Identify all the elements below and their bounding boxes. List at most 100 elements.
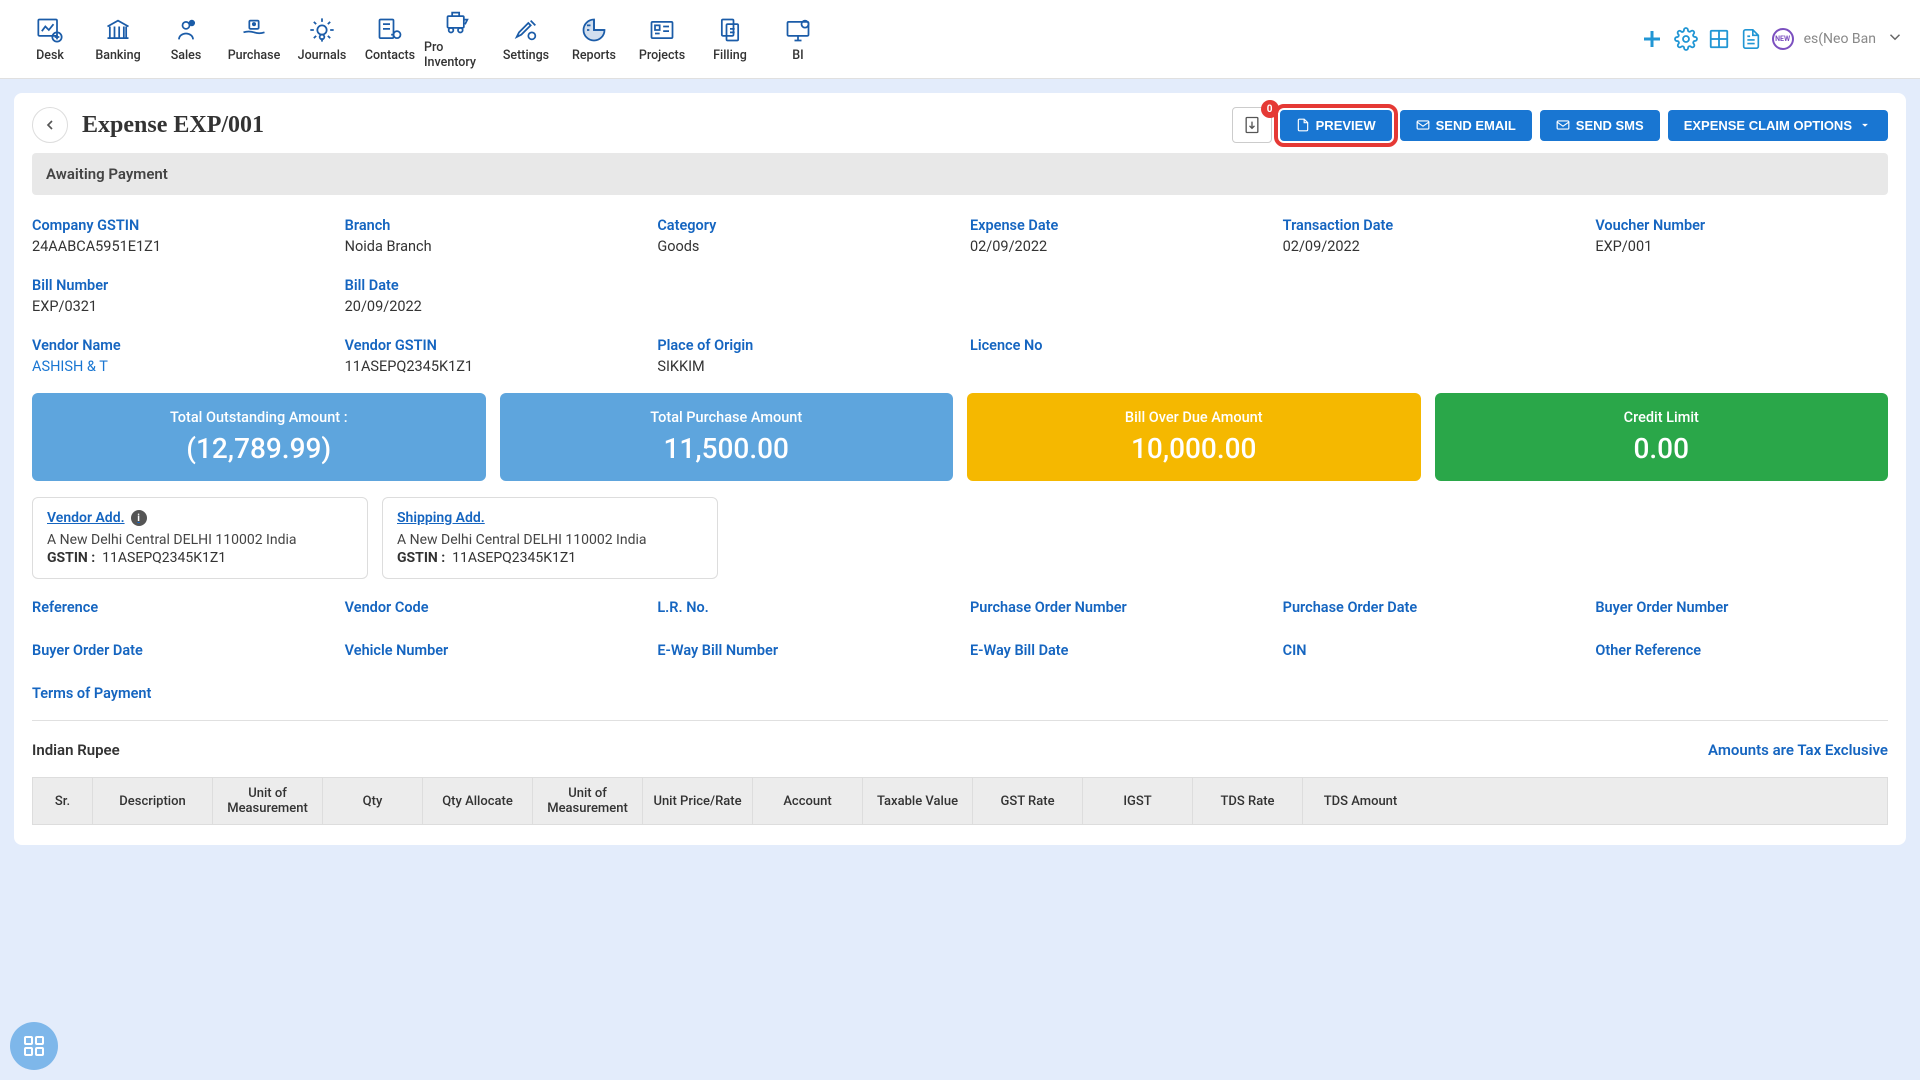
status-bar: Awaiting Payment: [32, 153, 1888, 195]
address-text: A New Delhi Central DELHI 110002 India: [397, 532, 703, 548]
summary-box: Bill Over Due Amount10,000.00: [967, 393, 1421, 481]
expense-claim-options-button[interactable]: EXPENSE CLAIM OPTIONS: [1668, 110, 1888, 141]
detail-label: Place of Origin: [657, 337, 950, 354]
preview-button[interactable]: PREVIEW: [1280, 110, 1392, 141]
address-row: Vendor Add. i A New Delhi Central DELHI 1…: [14, 497, 1906, 599]
detail-item: CategoryGoods: [657, 217, 950, 255]
nav-reports[interactable]: Reports: [560, 8, 628, 70]
detail-item: Voucher NumberEXP/001: [1595, 217, 1888, 255]
detail-item: [1595, 337, 1888, 375]
detail-label: Vendor GSTIN: [345, 337, 638, 354]
nav-icon: [36, 16, 64, 44]
nav-sales[interactable]: Sales: [152, 8, 220, 70]
detail-item: Expense Date02/09/2022: [970, 217, 1263, 255]
info-icon[interactable]: i: [131, 510, 147, 526]
nav-projects[interactable]: Projects: [628, 8, 696, 70]
send-email-button[interactable]: SEND EMAIL: [1400, 110, 1532, 141]
table-header-cell: TDS Rate: [1193, 778, 1303, 824]
nav-label: Banking: [95, 48, 140, 63]
meta-item: Terms of Payment: [32, 685, 325, 706]
meta-item: Buyer Order Date: [32, 642, 325, 663]
detail-label: Licence No: [970, 337, 1263, 354]
detail-value[interactable]: ASHISH & T: [32, 358, 325, 375]
send-sms-button[interactable]: SEND SMS: [1540, 110, 1660, 141]
claim-options-label: EXPENSE CLAIM OPTIONS: [1684, 118, 1852, 133]
nav-journals[interactable]: Journals: [288, 8, 356, 70]
address-box: Vendor Add. i A New Delhi Central DELHI 1…: [32, 497, 368, 579]
address-box: Shipping Add. A New Delhi Central DELHI 1…: [382, 497, 718, 579]
apps-fab[interactable]: [10, 1022, 58, 1070]
caret-down-icon: [1858, 118, 1872, 132]
nav-bi[interactable]: BI: [764, 8, 832, 70]
detail-value: 02/09/2022: [1283, 238, 1576, 255]
page-title: Expense EXP/001: [82, 112, 264, 139]
summary-label: Credit Limit: [1445, 409, 1879, 426]
content: Expense EXP/001 0 PREVIEW SEND EMAIL SEN…: [0, 79, 1920, 859]
meta-label: Purchase Order Number: [970, 599, 1263, 616]
meta-label: CIN: [1283, 642, 1576, 659]
detail-label: Bill Date: [345, 277, 638, 294]
topbar: Desk Banking SalesPurchaseJournals Contacts…: [0, 0, 1920, 79]
detail-value: 02/09/2022: [970, 238, 1263, 255]
summary-value: 10,000.00: [977, 432, 1411, 465]
address-title[interactable]: Shipping Add.: [397, 510, 485, 526]
summary-value: (12,789.99): [42, 432, 476, 465]
nav-icon: [104, 16, 132, 44]
address-title[interactable]: Vendor Add. i: [47, 510, 147, 526]
attachment-button[interactable]: 0: [1232, 107, 1272, 143]
table-header-cell: IGST: [1083, 778, 1193, 824]
meta-label: E-Way Bill Date: [970, 642, 1263, 659]
detail-value: 24AABCA5951E1Z1: [32, 238, 325, 255]
details-grid: Company GSTIN24AABCA5951E1Z1BranchNoida …: [14, 195, 1906, 393]
table-header-cell: Unit Price/Rate: [643, 778, 753, 824]
chevron-down-icon[interactable]: [1886, 28, 1904, 50]
nav-label: Reports: [572, 48, 616, 63]
meta-grid: ReferenceVendor CodeL.R. No.Purchase Ord…: [14, 599, 1906, 720]
nav-banking[interactable]: Banking: [84, 8, 152, 70]
meta-label: Reference: [32, 599, 325, 616]
detail-value: 11ASEPQ2345K1Z1: [345, 358, 638, 375]
detail-item: [970, 277, 1263, 315]
nav-desk[interactable]: Desk: [16, 8, 84, 70]
address-gstin: GSTIN : 11ASEPQ2345K1Z1: [397, 550, 703, 566]
nav-icon: [580, 16, 608, 44]
calculator-icon[interactable]: [1708, 28, 1730, 50]
nav-purchase[interactable]: Purchase: [220, 8, 288, 70]
nav-pro-inventory[interactable]: Pro Inventory: [424, 8, 492, 70]
detail-label: Voucher Number: [1595, 217, 1888, 234]
new-badge-icon[interactable]: NEW: [1772, 28, 1794, 50]
meta-label: Buyer Order Number: [1595, 599, 1888, 616]
meta-item: Purchase Order Date: [1283, 599, 1576, 620]
meta-item: Reference: [32, 599, 325, 620]
meta-label: Vendor Code: [345, 599, 638, 616]
table-header-cell: Unit of Measurement: [533, 778, 643, 824]
nav-icon: [512, 16, 540, 44]
detail-item: [1595, 277, 1888, 315]
detail-label: Company GSTIN: [32, 217, 325, 234]
attachment-badge: 0: [1261, 100, 1279, 118]
address-text: A New Delhi Central DELHI 110002 India: [47, 532, 353, 548]
document-icon[interactable]: [1740, 28, 1762, 50]
detail-label: Bill Number: [32, 277, 325, 294]
plus-icon[interactable]: [1640, 27, 1664, 51]
nav-contacts[interactable]: Contacts: [356, 8, 424, 70]
summary-value: 11,500.00: [510, 432, 944, 465]
nav-settings[interactable]: Settings: [492, 8, 560, 70]
nav-label: Contacts: [365, 48, 415, 63]
detail-item: Bill Date20/09/2022: [345, 277, 638, 315]
summary-box: Credit Limit0.00: [1435, 393, 1889, 481]
back-button[interactable]: [32, 107, 68, 143]
top-nav: Desk Banking SalesPurchaseJournals Contacts…: [16, 8, 832, 70]
detail-value: EXP/0321: [32, 298, 325, 315]
gear-icon[interactable]: [1674, 27, 1698, 51]
nav-icon: [648, 16, 676, 44]
nav-label: Projects: [639, 48, 685, 63]
expense-card: Expense EXP/001 0 PREVIEW SEND EMAIL SEN…: [14, 93, 1906, 845]
nav-filling[interactable]: Filling: [696, 8, 764, 70]
meta-item: CIN: [1283, 642, 1576, 663]
currency-row: Indian Rupee Amounts are Tax Exclusive: [14, 741, 1906, 777]
summary-box: Total Outstanding Amount :(12,789.99): [32, 393, 486, 481]
meta-item: Purchase Order Number: [970, 599, 1263, 620]
table-header-cell: Qty Allocate: [423, 778, 533, 824]
send-email-label: SEND EMAIL: [1436, 118, 1516, 133]
